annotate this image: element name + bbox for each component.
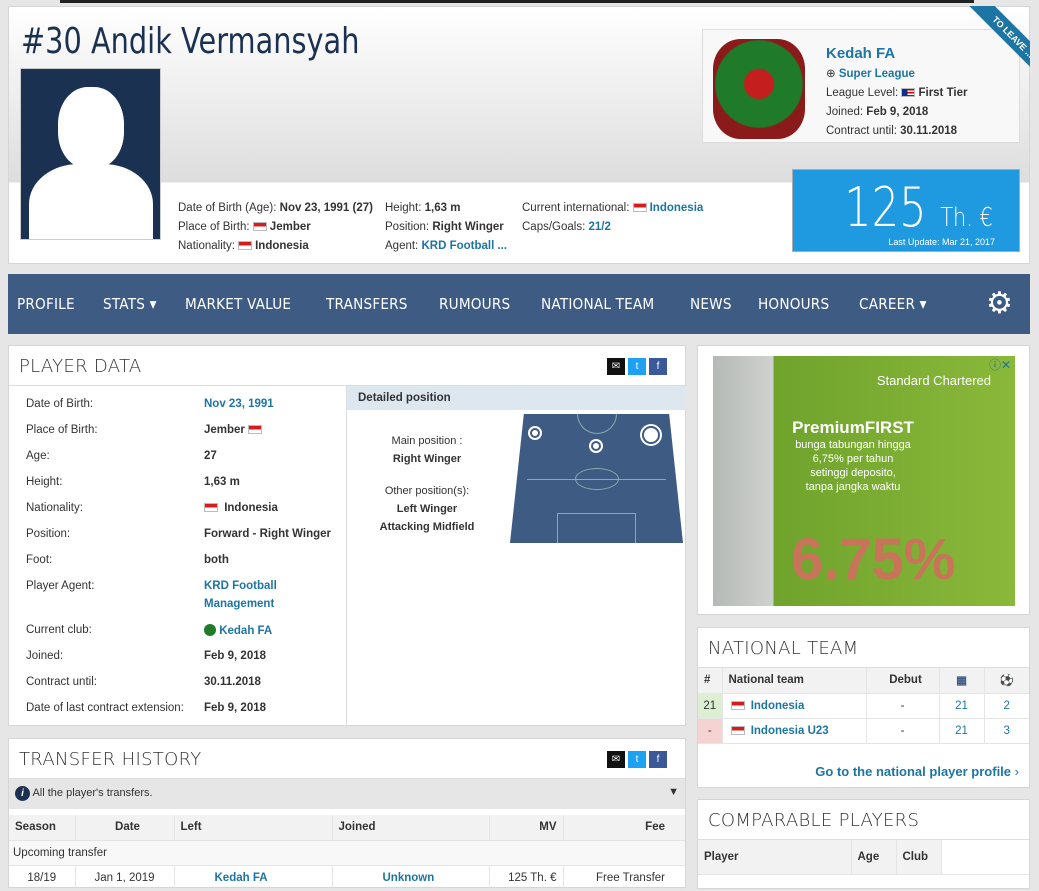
league-icon: ⊕ <box>826 68 836 80</box>
nav-honours[interactable]: HONOURS <box>758 295 829 313</box>
table-row: - Indonesia U23-21 3 <box>698 718 1029 744</box>
twitter-icon[interactable]: t <box>628 751 646 768</box>
detailed-position: Detailed position Main position : Right W… <box>346 386 686 726</box>
table-row: 18/19 Jan 1, 2019 Kedah FA Unknown 125 Th. €… <box>9 865 685 891</box>
market-value-box[interactable]: 125 Th. € Last Update: Mar 21, 2017 <box>792 169 1020 252</box>
nav-news[interactable]: NEWS <box>690 295 732 313</box>
national-team-box: NATIONAL TEAM # National team Debut ▦ ⚽ 21 I… <box>697 627 1030 788</box>
share-buttons: ✉ t f <box>607 751 667 768</box>
info-icon: i <box>15 786 30 801</box>
ad-close-icon[interactable]: ⓘ✕ <box>989 356 1011 373</box>
page-title: #30 Andik Vermansyah <box>21 21 360 62</box>
team-link[interactable]: Indonesia U23 <box>751 725 829 737</box>
twitter-icon[interactable]: t <box>628 358 646 375</box>
flag-icon <box>632 203 647 212</box>
matches-icon: ▦ <box>938 668 984 694</box>
league-link[interactable]: Super League <box>839 68 915 80</box>
nav-transfers[interactable]: TRANSFERS <box>326 295 408 313</box>
player-header: #30 Andik Vermansyah Date of Birth (Age)… <box>8 6 1030 264</box>
position-pitch <box>510 414 683 543</box>
section-title: PLAYER DATA <box>9 346 685 386</box>
email-icon[interactable]: ✉ <box>607 358 625 375</box>
agent-link[interactable]: KRD Football <box>204 580 277 592</box>
club-crest-icon <box>204 624 216 636</box>
info-col-2: Height: 1,63 m Position: Right Winger Ag… <box>385 202 508 252</box>
transfer-table: Season Date Left Joined MV Fee Upcoming trans… <box>9 815 685 891</box>
advertisement[interactable]: Standard Chartered PremiumFIRST bunga ta… <box>697 345 1030 615</box>
comparable-players-box: COMPARABLE PLAYERS Player Age Club <box>697 799 1030 889</box>
flag-icon <box>901 88 916 97</box>
team-link[interactable]: Indonesia <box>751 700 805 712</box>
agent-link[interactable]: Management <box>204 598 274 610</box>
gear-icon[interactable]: ⚙ <box>986 289 1016 319</box>
club-link[interactable]: Kedah FA <box>826 45 895 62</box>
national-profile-link[interactable]: Go to the national player profile <box>815 764 1011 779</box>
player-data-box: PLAYER DATA ✉ t f Date of Birth: Nov 23, 19… <box>8 345 686 726</box>
dob-link[interactable]: Nov 23, 1991 <box>204 398 274 410</box>
club-crest-icon[interactable] <box>713 39 805 139</box>
nav-career[interactable]: CAREER ▾ <box>859 295 927 313</box>
table-row: 21 Indonesia -21 2 <box>698 693 1029 719</box>
nav-market-value[interactable]: MARKET VALUE <box>185 295 291 313</box>
intl-link[interactable]: Indonesia <box>650 202 704 214</box>
info-col-3: Current international: Indonesia Caps/Go… <box>522 202 704 233</box>
flag-icon <box>238 241 253 250</box>
player-photo <box>20 68 161 240</box>
caps-link[interactable]: 21/2 <box>588 221 610 233</box>
email-icon[interactable]: ✉ <box>607 751 625 768</box>
facebook-icon[interactable]: f <box>649 751 667 768</box>
main-nav: PROFILE STATS ▾ MARKET VALUE TRANSFERS R… <box>8 274 1030 334</box>
share-buttons: ✉ t f <box>607 358 667 375</box>
info-col-1: Date of Birth (Age): Nov 23, 1991 (27) P… <box>178 202 373 252</box>
nav-stats[interactable]: STATS ▾ <box>103 295 157 313</box>
agent-link[interactable]: KRD Football ... <box>421 240 507 252</box>
transfer-history-box: TRANSFER HISTORY ✉ t f i All the player's … <box>8 738 686 891</box>
to-leave-ribbon: TO LEAVE ... <box>950 6 1030 86</box>
top-bar <box>60 0 974 3</box>
nav-rumours[interactable]: RUMOURS <box>439 295 510 313</box>
club-link[interactable]: Kedah FA <box>219 625 272 637</box>
nav-profile[interactable]: PROFILE <box>17 295 75 313</box>
chevron-down-icon: ▼ <box>668 786 679 798</box>
flag-icon <box>252 222 267 231</box>
national-team-table: # National team Debut ▦ ⚽ 21 Indonesia -21 2 -… <box>698 668 1029 744</box>
transfer-filter[interactable]: i All the player's transfers. ▼ <box>9 779 685 809</box>
facebook-icon[interactable]: f <box>649 358 667 375</box>
nav-national-team[interactable]: NATIONAL TEAM <box>541 295 654 313</box>
goals-icon: ⚽ <box>983 668 1029 694</box>
